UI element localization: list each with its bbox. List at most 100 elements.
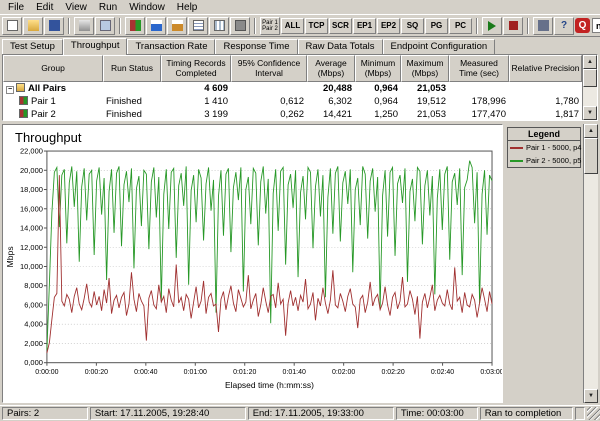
chart-line-icon: [151, 20, 162, 31]
x-tick-label: 0:02:20: [381, 369, 404, 376]
menu-edit[interactable]: Edit: [30, 1, 59, 14]
ep2-button[interactable]: EP2: [377, 18, 400, 34]
toolbar-separator: [68, 18, 70, 34]
cell-minimum: 0,964: [355, 83, 401, 94]
table-scrollbar[interactable]: ▲ ▼: [582, 55, 597, 120]
netiq-logo: Q netIQ: [575, 18, 600, 33]
col-header-average[interactable]: Average (Mbps): [307, 55, 355, 82]
tab-raw-data-totals[interactable]: Raw Data Totals: [298, 39, 383, 54]
export-button[interactable]: [95, 17, 115, 35]
col-header-timing-records[interactable]: Timing Records Completed: [161, 55, 231, 82]
scr-button[interactable]: SCR: [329, 18, 352, 34]
collapse-icon[interactable]: −: [6, 86, 14, 94]
tab-test-setup[interactable]: Test Setup: [2, 39, 63, 54]
cell-maximum: 21,053: [401, 83, 449, 94]
col-header-minimum[interactable]: Minimum (Mbps): [355, 55, 401, 82]
col-header-measured-time[interactable]: Measured Time (sec): [449, 55, 509, 82]
legend-column: Legend Pair 1 - 5000, p4 Pair 2 - 5000, …: [503, 124, 583, 403]
cell-confidence: 0,612: [231, 96, 307, 107]
menu-file[interactable]: File: [2, 1, 30, 14]
x-tick-label: 0:03:00: [480, 369, 502, 376]
pc-button[interactable]: PC: [449, 18, 472, 34]
ep1-button[interactable]: EP1: [353, 18, 376, 34]
x-tick-label: 0:01:00: [184, 369, 207, 376]
scroll-down-icon[interactable]: ▼: [584, 389, 598, 403]
toolbar-separator: [254, 18, 256, 34]
y-tick-label: 18,000: [20, 185, 43, 194]
cell-measured-time: 177,470: [449, 109, 509, 120]
help-button[interactable]: ?: [554, 17, 574, 35]
throughput-chart: 22,00020,00018,00016,00014,00012,00010,0…: [3, 145, 502, 402]
menu-run[interactable]: Run: [93, 1, 123, 14]
x-tick-label: 0:01:20: [233, 369, 256, 376]
chart-line-button[interactable]: [146, 17, 166, 35]
report-icon: [193, 20, 204, 31]
cell-relative-precision: 1,780: [509, 96, 582, 107]
col-header-group[interactable]: Group: [3, 55, 103, 82]
table-scroll-thumb[interactable]: [583, 69, 597, 87]
pair-chart-icon: [19, 109, 28, 118]
table-row-all-pairs[interactable]: −All Pairs 4 609 20,488 0,964 21,053: [3, 82, 582, 95]
settings-button[interactable]: [533, 17, 553, 35]
chart-pie-button[interactable]: [167, 17, 187, 35]
open-icon: [28, 20, 39, 31]
menu-view[interactable]: View: [59, 1, 93, 14]
cell-maximum: 19,512: [401, 96, 449, 107]
settings-icon: [538, 20, 549, 31]
stop-icon: [509, 21, 518, 30]
pane-scroll-track[interactable]: [584, 138, 598, 389]
results-table-main: Group Run Status Timing Records Complete…: [3, 55, 582, 120]
open-button[interactable]: [23, 17, 43, 35]
grid-icon: [214, 20, 225, 31]
print-button[interactable]: [74, 17, 94, 35]
y-tick-label: 2,000: [24, 339, 43, 348]
all-button[interactable]: ALL: [281, 18, 304, 34]
scroll-up-icon[interactable]: ▲: [583, 55, 597, 69]
cell-average: 14,421: [307, 109, 355, 120]
pane-scrollbar[interactable]: ▲ ▼: [583, 124, 598, 403]
chart-throughput-button[interactable]: [125, 17, 145, 35]
pane-scroll-thumb[interactable]: [584, 138, 598, 174]
x-axis-label: Elapsed time (h:mm:ss): [225, 380, 314, 390]
run-button[interactable]: [482, 17, 502, 35]
col-header-relative-precision[interactable]: Relative Precision: [509, 55, 582, 82]
tab-transaction-rate[interactable]: Transaction Rate: [127, 39, 215, 54]
all-pairs-icon: [16, 83, 25, 92]
grid-button[interactable]: [209, 17, 229, 35]
table-row-pair-1[interactable]: Pair 1 Finished 1 410 0,612 6,302 0,964 …: [3, 95, 582, 108]
stop-button[interactable]: [503, 17, 523, 35]
tab-throughput[interactable]: Throughput: [63, 38, 128, 55]
cell-timing-records: 1 410: [161, 96, 231, 107]
tcp-button[interactable]: TCP: [305, 18, 328, 34]
sq-button[interactable]: SQ: [401, 18, 424, 34]
table-row-pair-2[interactable]: Pair 2 Finished 3 199 0,262 14,421 1,250…: [3, 108, 582, 120]
scroll-down-icon[interactable]: ▼: [583, 106, 597, 120]
resize-grip[interactable]: [587, 407, 600, 420]
report-button[interactable]: [188, 17, 208, 35]
col-header-maximum[interactable]: Maximum (Mbps): [401, 55, 449, 82]
table-scroll-track[interactable]: [583, 69, 597, 106]
tab-response-time[interactable]: Response Time: [215, 39, 297, 54]
status-elapsed-time: Time: 00:03:00: [396, 407, 478, 420]
status-bar: Pairs: 2 Start: 17.11.2005, 19:28:40 End…: [0, 405, 600, 421]
snapshot-button[interactable]: [230, 17, 250, 35]
cell-run-status: Finished: [103, 96, 161, 107]
save-button[interactable]: [44, 17, 64, 35]
new-button[interactable]: [2, 17, 22, 35]
tab-endpoint-configuration[interactable]: Endpoint Configuration: [383, 39, 496, 54]
pair-selector-button[interactable]: Pair 1 Pair 2: [260, 17, 280, 35]
x-tick-label: 0:00:20: [85, 369, 108, 376]
cell-group: Pair 2: [3, 109, 103, 120]
scroll-up-icon[interactable]: ▲: [584, 124, 598, 138]
menu-help[interactable]: Help: [171, 1, 204, 14]
status-filler: [575, 407, 585, 420]
y-tick-label: 6,000: [24, 300, 43, 309]
pg-button[interactable]: PG: [425, 18, 448, 34]
y-tick-label: 12,000: [20, 243, 43, 252]
cell-run-status: Finished: [103, 109, 161, 120]
col-header-confidence[interactable]: 95% Confidence Interval: [231, 55, 307, 82]
chart-panel: Throughput 22,00020,00018,00016,00014,00…: [2, 124, 503, 403]
menu-window[interactable]: Window: [123, 1, 171, 14]
cell-average: 6,302: [307, 96, 355, 107]
col-header-run-status[interactable]: Run Status: [103, 55, 161, 82]
